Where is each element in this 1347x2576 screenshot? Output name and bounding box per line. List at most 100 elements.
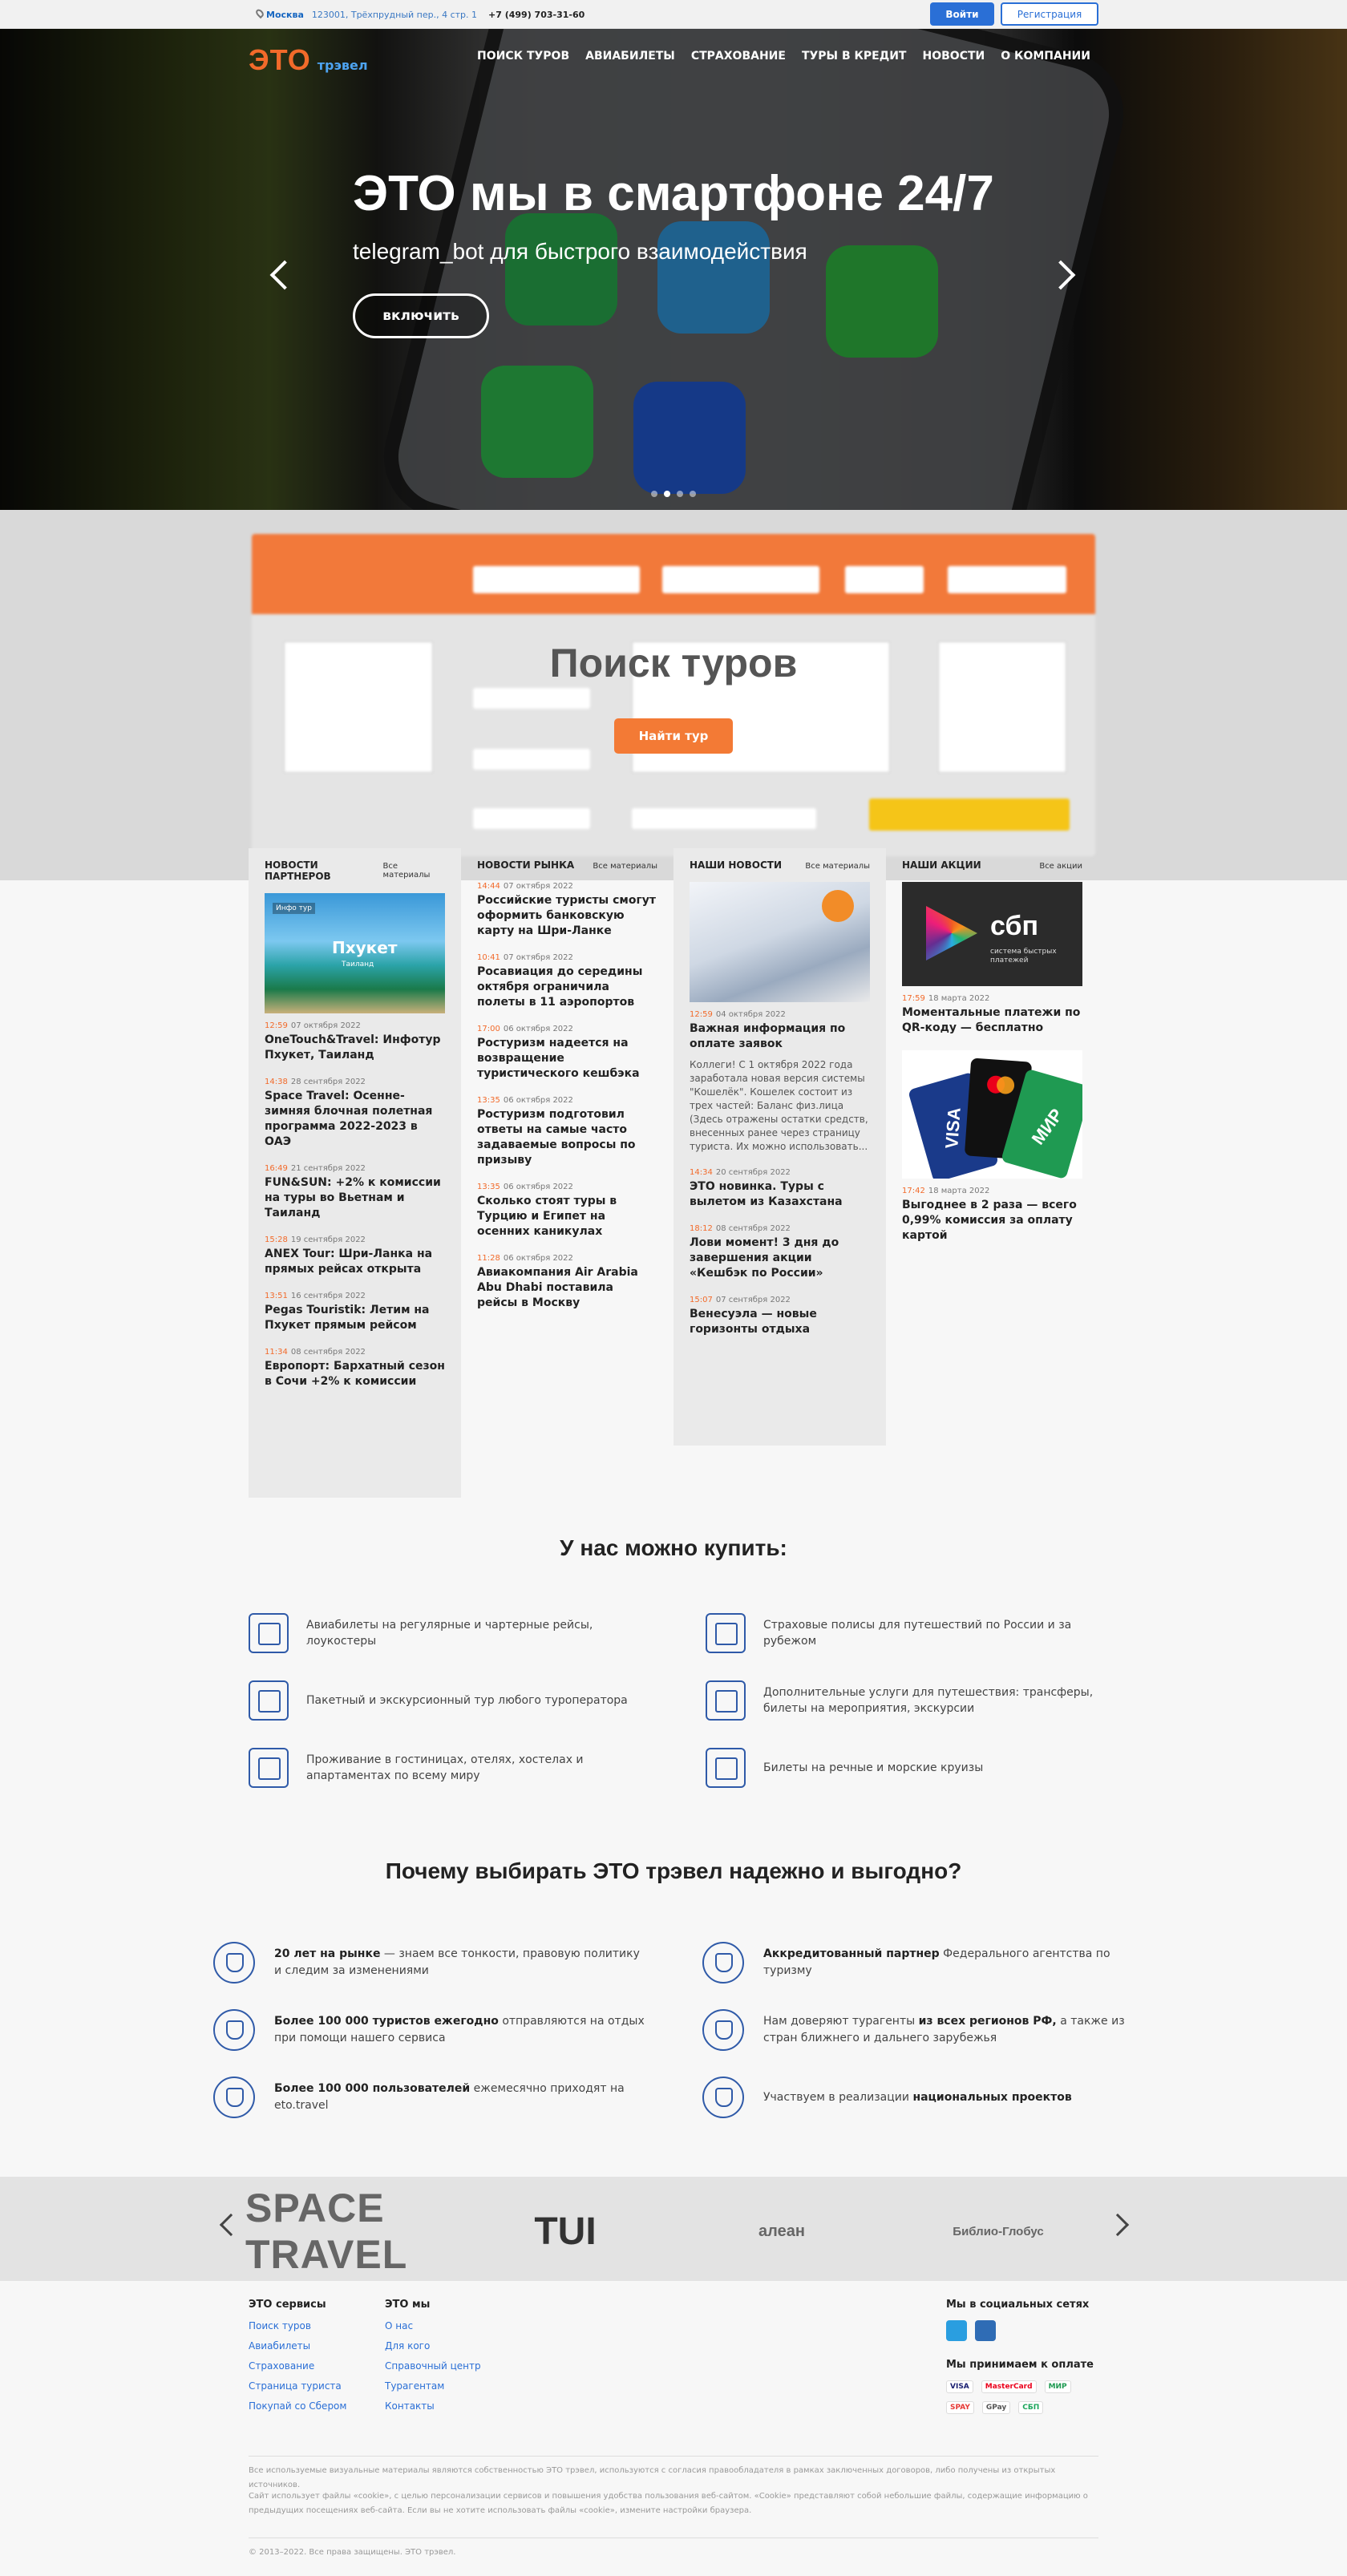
partner-logo-biblio-globus[interactable]: Библио-Глобус [938,2199,1058,2263]
buy-item-text: Билеты на речные и морские круизы [763,1761,984,1774]
news-item[interactable]: 12:59 07 октября 2022 OneTouch&Travel: Инф… [265,1021,445,1063]
partner-logo-alean[interactable]: алеан [738,2199,826,2263]
why-item: Более 100 000 туристов ежегодно отправля… [213,2009,646,2051]
news-time: 16:49 [265,1164,288,1173]
news-title[interactable]: FUN&SUN: +2% к комиссии на туры во Вьетн… [265,1175,445,1221]
nav-item-credit[interactable]: ТУРЫ В КРЕДИТ [802,50,907,63]
news-time: 12:59 [690,1010,713,1019]
nav-item-insurance[interactable]: СТРАХОВАНИЕ [691,50,786,63]
partners-all-link[interactable]: Все материалы [383,862,445,880]
news-title[interactable]: Венесуэла — новые горизонты отдыха [690,1307,870,1337]
partner-logo-tui[interactable]: TUI [497,2199,633,2263]
news-title[interactable]: Ростуризм подготовил ответы на самые час… [477,1107,657,1168]
market-all-link[interactable]: Все материалы [593,862,657,871]
news-title[interactable]: Лови момент! 3 дня до завершения акции «… [690,1235,870,1281]
footer-link[interactable]: Авиабилеты [249,2340,346,2352]
promo-item[interactable]: 17:42 18 марта 2022 Выгоднее в 2 раза — вс… [902,1187,1082,1244]
news-date: 19 сентября 2022 [290,1235,366,1244]
news-item[interactable]: 15:07 07 сентября 2022 Венесуэла — новые г… [690,1296,870,1337]
news-title[interactable]: Pegas Touristik: Летим на Пхукет прямым … [265,1303,445,1333]
footer-link[interactable]: Покупай со Сбером [249,2400,346,2412]
news-title[interactable]: Моментальные платежи по QR-коду — беспла… [902,1005,1082,1036]
footer-link[interactable]: Справочный центр [385,2360,481,2372]
news-title[interactable]: Росавиация до середины октября ограничил… [477,964,657,1010]
news-item[interactable]: 14:44 07 октября 2022 Российские туристы с… [477,882,657,939]
visa-label: VISA [941,1106,965,1150]
news-item[interactable]: 18:12 08 сентября 2022 Лови момент! 3 дня … [690,1224,870,1281]
news-date: 06 октября 2022 [503,1254,573,1263]
footer-link[interactable]: Поиск туров [249,2320,346,2331]
news-title[interactable]: Авиакомпания Air Arabia Abu Dhabi постав… [477,1265,657,1311]
footer-link[interactable]: Страхование [249,2360,346,2372]
phuket-news-image[interactable]: Инфо тур Пхукет Таиланд [265,893,445,1013]
cards-promo-image[interactable]: VISA МИР [902,1050,1082,1179]
slider-dot[interactable] [677,491,683,497]
footer-link[interactable]: Турагентам [385,2380,481,2392]
site-logo[interactable]: ЭТО трэвел [249,43,368,77]
find-tour-button[interactable]: Найти тур [614,718,733,754]
why-item: Нам доверяют турагенты из всех регионов … [702,2009,1135,2051]
news-item[interactable]: 16:49 21 сентября 2022 FUN&SUN: +2% к коми… [265,1164,445,1221]
visa-icon: VISA [946,2380,973,2393]
news-title[interactable]: Space Travel: Осенне-зимняя блочная поле… [265,1089,445,1150]
slider-dot[interactable] [690,491,696,497]
register-button[interactable]: Регистрация [1001,2,1098,26]
news-time: 17:00 [477,1025,500,1033]
news-item[interactable]: 13:35 06 октября 2022 Сколько стоят туры в… [477,1183,657,1239]
footer-link[interactable]: Страница туриста [249,2380,346,2392]
news-item[interactable]: 14:34 20 сентября 2022 ЭТО новинка. Туры с… [690,1168,870,1210]
news-item[interactable]: 13:35 06 октября 2022 Ростуризм подготовил… [477,1096,657,1168]
news-item[interactable]: 17:00 06 октября 2022 Ростуризм надеется н… [477,1025,657,1082]
logo-travel: трэвел [317,58,368,73]
footer-link[interactable]: О нас [385,2320,481,2331]
nav-item-about[interactable]: О КОМПАНИИ [1001,50,1090,63]
nav-item-tours[interactable]: ПОИСК ТУРОВ [477,50,569,63]
news-item[interactable]: 14:38 28 сентября 2022 Space Travel: Осенн… [265,1078,445,1150]
news-excerpt: Коллеги! С 1 октября 2022 года заработал… [690,1059,868,1152]
news-item[interactable]: 12:59 04 октября 2022 Важная информация по… [690,1010,870,1154]
why-item-bold: Более 100 000 туристов ежегодно [274,2015,499,2028]
promo-item[interactable]: 17:59 18 марта 2022 Моментальные платежи п… [902,994,1082,1036]
login-button[interactable]: Войти [930,2,994,26]
news-title[interactable]: OneTouch&Travel: Инфотур Пхукет, Таиланд [265,1033,445,1063]
like-icon [213,1942,255,1984]
footer-link[interactable]: Контакты [385,2400,481,2412]
why-item-bold: национальных проектов [912,2090,1072,2104]
sbp-promo-image[interactable]: сбп система быстрых платежей [902,882,1082,986]
news-title[interactable]: Европорт: Бархатный сезон в Сочи +2% к к… [265,1359,445,1389]
city-link[interactable]: Москва [266,10,304,20]
news-title[interactable]: ЭТО новинка. Туры с вылетом из Казахстан… [690,1179,870,1210]
footer-social: Мы в социальных сетях Мы принимаем к опл… [946,2299,1094,2414]
news-title[interactable]: Выгоднее в 2 раза — всего 0,99% комиссия… [902,1198,1082,1244]
partners-next-arrow-icon[interactable] [1106,2213,1130,2237]
nav-item-news[interactable]: НОВОСТИ [923,50,985,63]
payment-news-image[interactable] [690,882,870,1002]
buy-item-text: Пакетный и экскурсионный тур любого туро… [306,1694,628,1707]
news-item[interactable]: 15:28 19 сентября 2022 ANEX Tour: Шри-Ланк… [265,1235,445,1277]
slider-next-arrow-icon[interactable] [1046,253,1082,301]
news-item[interactable]: 11:28 06 октября 2022 Авиакомпания Air Ara… [477,1254,657,1311]
phone-link[interactable]: +7 (499) 703-31-60 [488,10,585,20]
vk-icon[interactable] [975,2320,996,2341]
slider-dot[interactable] [651,491,657,497]
hero-enable-button[interactable]: включить [353,293,489,338]
news-item[interactable]: 11:34 08 сентября 2022 Европорт: Бархатный… [265,1348,445,1389]
news-title[interactable]: Ростуризм надеется на возвращение турист… [477,1036,657,1082]
news-title[interactable]: Сколько стоят туры в Турцию и Египет на … [477,1194,657,1239]
telegram-icon[interactable] [946,2320,967,2341]
partners-prev-arrow-icon[interactable] [219,2213,243,2237]
footer-link[interactable]: Для кого [385,2340,481,2352]
news-item[interactable]: 10:41 07 октября 2022 Росавиация до середи… [477,953,657,1010]
news-title[interactable]: Российские туристы смогут оформить банко… [477,893,657,939]
news-time: 14:34 [690,1168,713,1177]
market-news-title: НОВОСТИ РЫНКА [477,859,575,871]
promos-all-link[interactable]: Все акции [1039,862,1082,871]
nav-item-avia[interactable]: АВИАБИЛЕТЫ [585,50,675,63]
news-title[interactable]: ANEX Tour: Шри-Ланка на прямых рейсах от… [265,1247,445,1277]
news-title[interactable]: Важная информация по оплате заявок [690,1021,870,1052]
news-item[interactable]: 13:51 16 сентября 2022 Pegas Touristik: Ле… [265,1292,445,1333]
partner-logo-space-travel[interactable]: SPACE TRAVEL [245,2186,438,2277]
our-all-link[interactable]: Все материалы [805,862,870,871]
slider-dot-active[interactable] [664,491,670,497]
slider-prev-arrow-icon[interactable] [266,253,300,301]
